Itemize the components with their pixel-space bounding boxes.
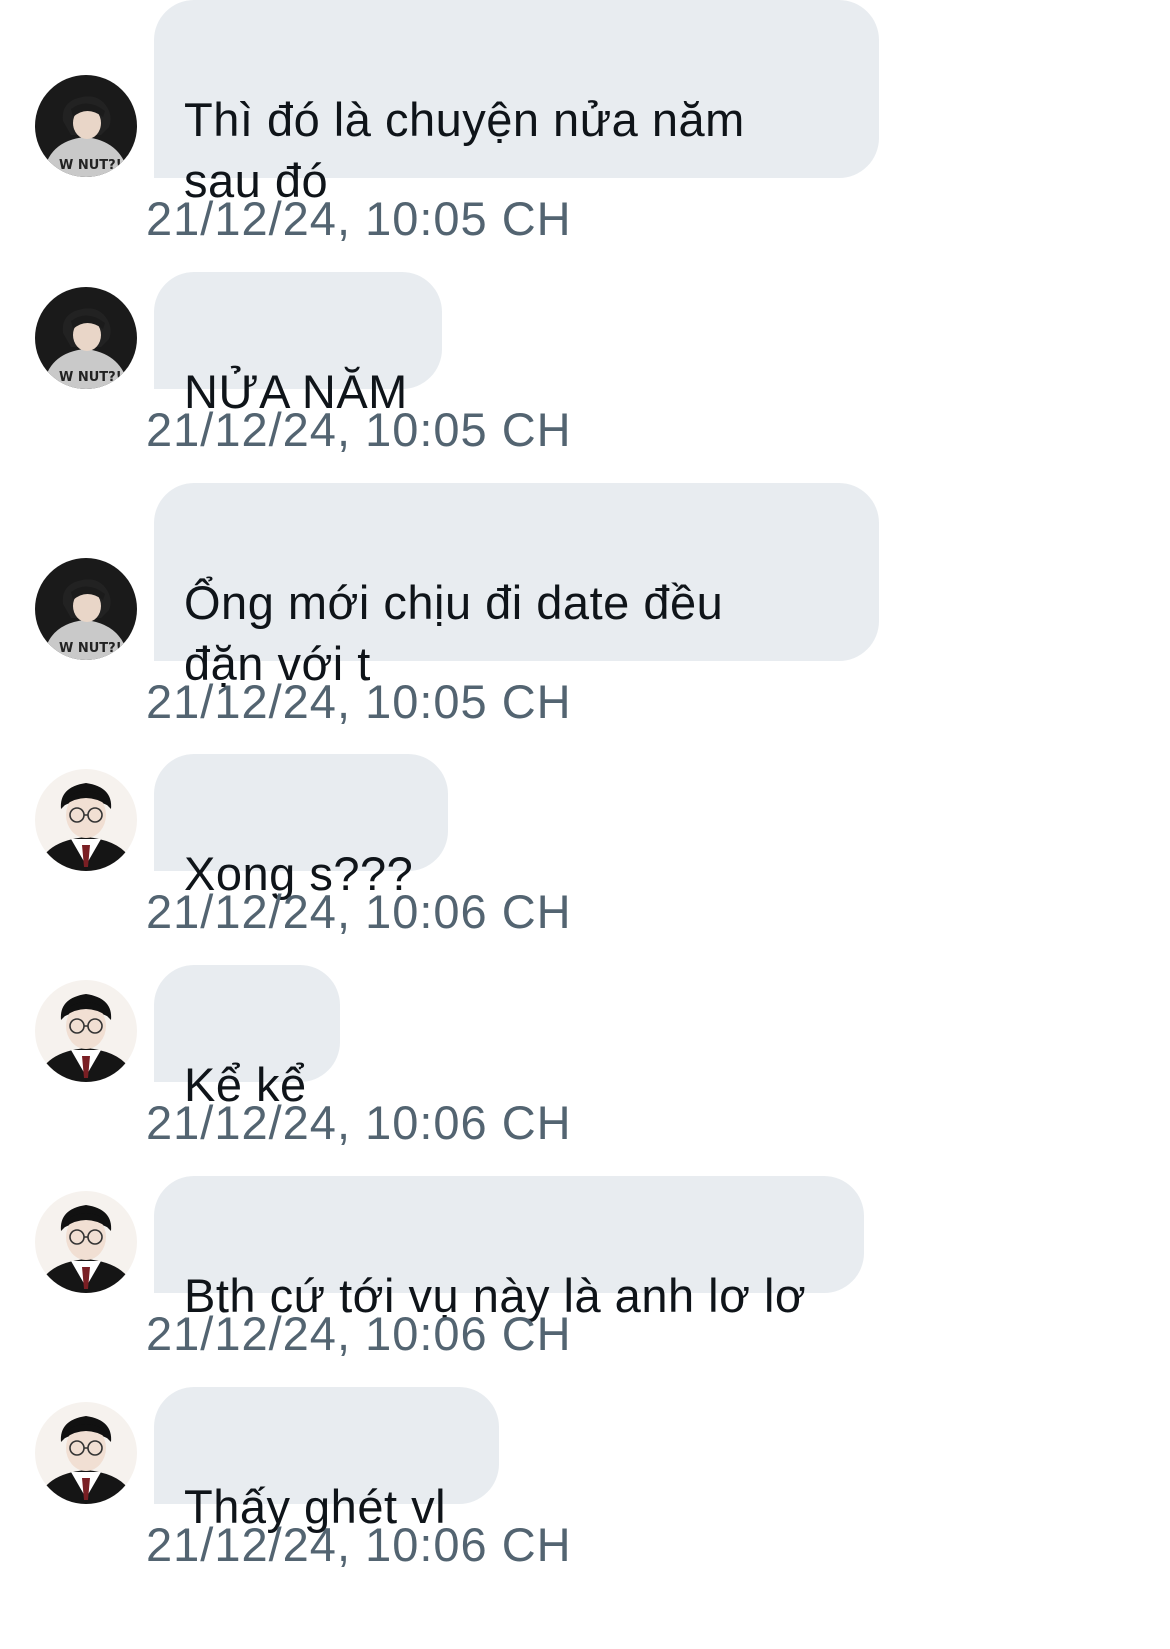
- avatar-uniform-glasses-person-icon: [35, 980, 137, 1082]
- shirt-text: W NUT?!: [59, 158, 122, 173]
- message-text: Ổng mới chịu đi date đều đặn với t: [184, 576, 724, 690]
- message-bubble[interactable]: Kể kể: [154, 965, 340, 1111]
- shirt-text: W NUT?!: [59, 641, 122, 656]
- message-text: Thì đó là chuyện nửa năm sau đó: [184, 93, 745, 207]
- message-timestamp: 21/12/24, 10:06 CH: [146, 885, 572, 938]
- avatar[interactable]: [35, 980, 137, 1082]
- message-timestamp: 21/12/24, 10:05 CH: [146, 403, 572, 456]
- message-bubble[interactable]: Thấy ghét vl: [154, 1387, 499, 1533]
- message-timestamp: 21/12/24, 10:05 CH: [146, 675, 572, 728]
- avatar[interactable]: [35, 769, 137, 871]
- message-bubble[interactable]: NỬA NĂM: [154, 272, 442, 418]
- message-bubble[interactable]: Ổng mới chịu đi date đều đặn với t: [154, 483, 879, 690]
- message-timestamp: 21/12/24, 10:06 CH: [146, 1307, 572, 1360]
- avatar-uniform-glasses-person-icon: [35, 1402, 137, 1504]
- avatar[interactable]: W NUT?!: [35, 287, 137, 389]
- avatar-hoodie-person-icon: W NUT?!: [35, 558, 137, 660]
- message-timestamp: 21/12/24, 10:06 CH: [146, 1096, 572, 1149]
- avatar[interactable]: [35, 1402, 137, 1504]
- message-bubble[interactable]: Thì đó là chuyện nửa năm sau đó: [154, 0, 879, 207]
- shirt-text: W NUT?!: [59, 370, 122, 385]
- message-timestamp: 21/12/24, 10:05 CH: [146, 192, 572, 245]
- message-bubble[interactable]: Bth cứ tới vụ này là anh lơ lơ: [154, 1176, 864, 1322]
- avatar-uniform-glasses-person-icon: [35, 1191, 137, 1293]
- avatar-hoodie-person-icon: W NUT?!: [35, 287, 137, 389]
- avatar[interactable]: W NUT?!: [35, 558, 137, 660]
- message-timestamp: 21/12/24, 10:06 CH: [146, 1518, 572, 1571]
- avatar-hoodie-person-icon: W NUT?!: [35, 75, 137, 177]
- avatar-uniform-glasses-person-icon: [35, 769, 137, 871]
- message-thread: W NUT?! Thì đó là chuyện nửa năm sau đó …: [0, 0, 1170, 1649]
- avatar[interactable]: W NUT?!: [35, 75, 137, 177]
- message-bubble[interactable]: Xong s???: [154, 754, 448, 900]
- avatar[interactable]: [35, 1191, 137, 1293]
